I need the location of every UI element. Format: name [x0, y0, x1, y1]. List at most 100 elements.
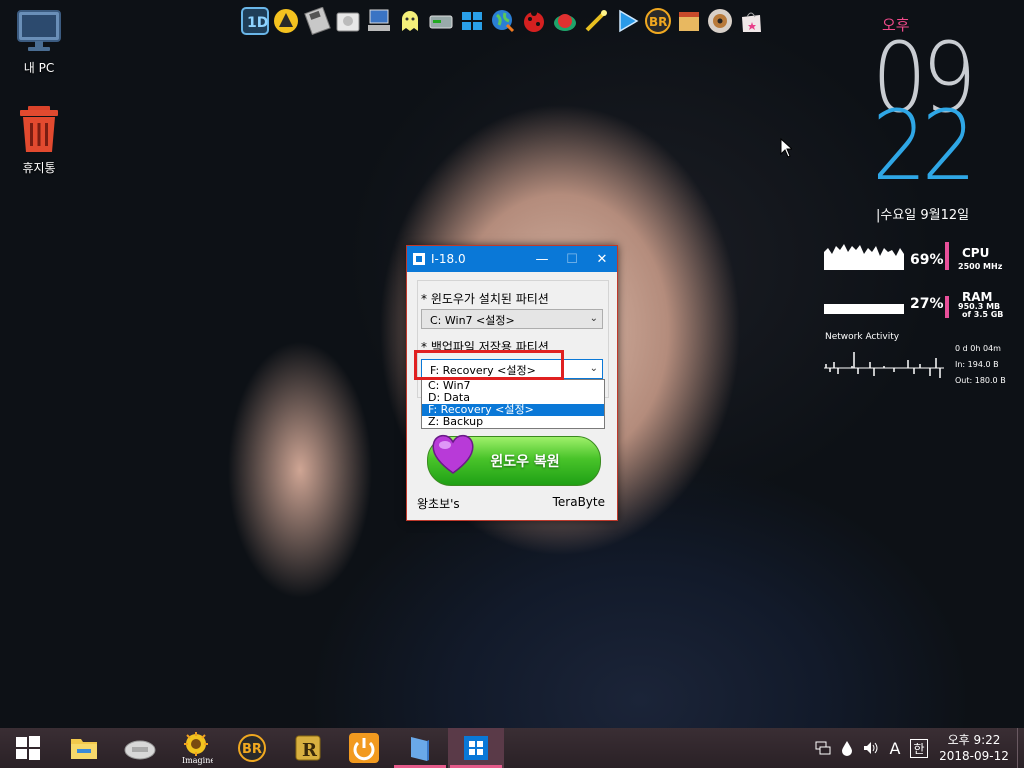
language-label: 한 — [910, 738, 928, 758]
volume-icon[interactable] — [859, 728, 883, 768]
br-icon[interactable]: BR — [643, 6, 672, 36]
recycle-bin-icon — [16, 106, 62, 157]
imagine-icon: Imagine — [182, 732, 213, 765]
cpu-percent: 69% — [910, 252, 944, 268]
folder-icon — [411, 737, 429, 761]
this-pc-label: 내 PC — [23, 61, 55, 75]
imagine-label: Imagine — [182, 756, 213, 765]
taskbar-i18-app[interactable] — [448, 728, 504, 768]
i18-app-icon — [464, 736, 488, 760]
restore-windows-button[interactable]: 윈도우 복원 — [427, 434, 601, 486]
desktop-icon-this-pc[interactable]: 내 PC — [4, 8, 74, 76]
file-explorer-icon — [71, 739, 97, 759]
ram-percent: 27% — [910, 296, 944, 312]
cpu-meter: 69% CPU 2500 MHz — [824, 240, 1014, 272]
droplet-icon[interactable] — [835, 728, 859, 768]
ram-graph — [824, 304, 904, 314]
backup-partition-value: F: Recovery <설정> — [430, 364, 536, 377]
disc-red-icon[interactable] — [550, 6, 579, 36]
ghost-icon[interactable] — [395, 6, 424, 36]
play-icon[interactable] — [612, 6, 641, 36]
ram-total: of 3.5 GB — [962, 310, 1004, 319]
cpu-mhz: 2500 MHz — [958, 262, 1003, 271]
backup-partition-select[interactable]: F: Recovery <설정> ⌄ — [421, 359, 603, 379]
cpu-name: CPU — [962, 246, 990, 260]
network-graph — [824, 352, 944, 378]
r-app-icon: R — [295, 735, 321, 761]
recycle-bin-label: 휴지통 — [22, 161, 56, 175]
network-out: Out: 180.0 B — [955, 376, 1006, 385]
network-title: Network Activity — [825, 332, 900, 342]
ram-bar — [945, 296, 949, 318]
minimize-button[interactable]: — — [527, 246, 557, 272]
svg-text:R: R — [302, 740, 318, 761]
app-1d-icon[interactable]: 1D — [240, 6, 269, 36]
dropdown-option-z[interactable]: Z: Backup — [422, 416, 604, 428]
taskbar: Imagine BR R A 한 오후 9:22 2018-09-12 — [0, 728, 1024, 768]
taskbar-file-explorer[interactable] — [56, 728, 112, 768]
svg-text:1D: 1D — [247, 15, 268, 31]
br-icon: BR — [238, 734, 266, 762]
top-dock: 1D BR — [240, 6, 765, 40]
taskbar-br[interactable]: BR — [224, 728, 280, 768]
close-button[interactable]: ✕ — [587, 246, 617, 272]
dialog-title: I-18.0 — [431, 252, 466, 266]
app-window-icon — [413, 253, 425, 265]
restore-button-label: 윈도우 복원 — [490, 454, 560, 470]
heart-icon — [430, 431, 476, 479]
windows-partition-label: * 윈도우가 설치된 파티션 — [421, 292, 549, 306]
usb-drive-icon — [124, 740, 156, 760]
mouse-cursor-icon — [780, 138, 792, 158]
box-icon[interactable] — [674, 6, 703, 36]
taskbar-folder[interactable] — [392, 728, 448, 768]
taskbar-power[interactable] — [336, 728, 392, 768]
taskbar-clock[interactable]: 오후 9:22 2018-09-12 — [931, 732, 1017, 764]
taskbar-time: 오후 9:22 — [947, 733, 1001, 747]
taskbar-date: 2018-09-12 — [939, 749, 1009, 763]
globe-icon[interactable] — [488, 6, 517, 36]
ram-meter: 27% RAM 950.3 MB of 3.5 GB — [824, 288, 1014, 320]
windows-partition-value: C: Win7 <설정> — [430, 314, 515, 327]
start-button[interactable] — [0, 728, 56, 768]
dvd-icon[interactable] — [705, 6, 734, 36]
svg-text:BR: BR — [242, 742, 262, 757]
maximize-button[interactable]: ☐ — [557, 246, 587, 272]
taskbar-usb-drive[interactable] — [112, 728, 168, 768]
clock-date: |수요일 9월12일 — [876, 208, 970, 223]
clock-minute: 22 — [872, 90, 977, 202]
language-indicator[interactable]: 한 — [907, 728, 931, 768]
footer-author: 왕초보's — [417, 497, 460, 511]
floppy-icon[interactable] — [302, 6, 331, 36]
chevron-down-icon: ⌄ — [589, 313, 598, 324]
chevron-down-icon: ⌄ — [589, 363, 598, 374]
svg-text:BR: BR — [649, 15, 667, 29]
network-in: In: 194.0 B — [955, 360, 999, 369]
dialog-titlebar[interactable]: I-18.0 — ☐ ✕ — [407, 246, 617, 272]
computer-icon[interactable] — [364, 6, 393, 36]
network-uptime: 0 d 0h 04m — [955, 344, 1001, 353]
backup-partition-dropdown: C: Win7 D: Data F: Recovery <설정> Z: Back… — [421, 379, 605, 429]
i18-dialog: I-18.0 — ☐ ✕ * 윈도우가 설치된 파티션 C: Win7 <설정>… — [406, 245, 618, 521]
disk-drive-icon[interactable] — [333, 6, 362, 36]
backup-partition-label: * 백업파일 저장용 파티션 — [421, 340, 549, 354]
power-icon — [349, 733, 379, 763]
network-tray-icon[interactable] — [811, 728, 835, 768]
windows-icon[interactable] — [457, 6, 486, 36]
wand-icon[interactable] — [581, 6, 610, 36]
triangle-a-icon[interactable] — [271, 6, 300, 36]
footer-terabyte: TeraByte — [552, 495, 605, 509]
windows-partition-select[interactable]: C: Win7 <설정> ⌄ — [421, 309, 603, 329]
cpu-graph — [824, 244, 904, 270]
taskbar-imagine[interactable]: Imagine — [168, 728, 224, 768]
cpu-bar — [945, 242, 949, 270]
ladybug-icon[interactable] — [519, 6, 548, 36]
taskbar-r-app[interactable]: R — [280, 728, 336, 768]
show-desktop-button[interactable] — [1017, 728, 1024, 768]
system-tray: A 한 오후 9:22 2018-09-12 — [811, 728, 1024, 768]
start-icon — [16, 736, 40, 760]
bag-icon[interactable] — [736, 6, 765, 36]
input-mode-indicator[interactable]: A — [883, 728, 907, 768]
monitor-icon — [14, 10, 64, 57]
hdd-icon[interactable] — [426, 6, 455, 36]
desktop-icon-recycle-bin[interactable]: 휴지통 — [4, 104, 74, 176]
